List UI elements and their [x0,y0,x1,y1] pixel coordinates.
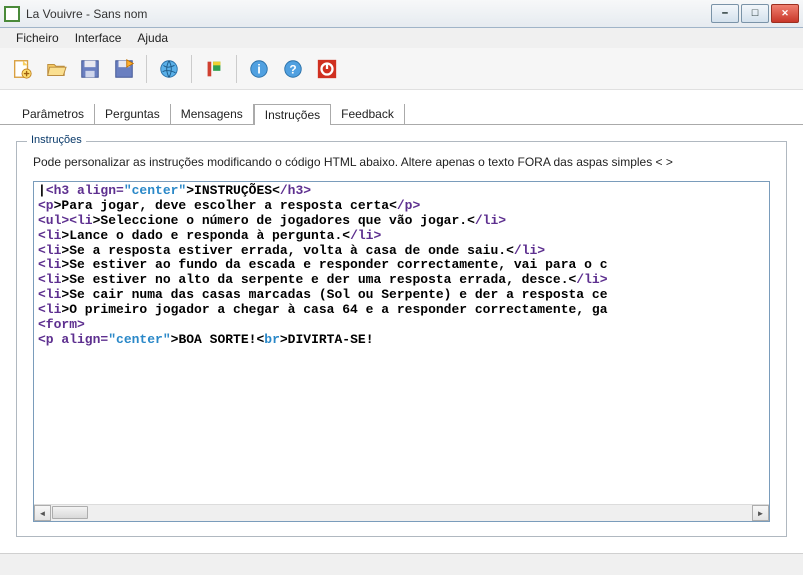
toolbar-divider [236,55,237,83]
title-bar: La Vouivre - Sans nom ━ ☐ ✕ [0,0,803,28]
tab-questions[interactable]: Perguntas [95,104,171,124]
scroll-right-button[interactable]: ► [752,505,769,521]
menu-interface[interactable]: Interface [67,29,130,47]
svg-text:i: i [257,61,261,76]
help-button[interactable]: ? [277,53,309,85]
menu-bar: Ficheiro Interface Ajuda [0,28,803,48]
tab-instructions[interactable]: Instruções [254,104,331,125]
window-title: La Vouivre - Sans nom [26,7,711,21]
scroll-left-button[interactable]: ◄ [34,505,51,521]
power-button[interactable] [311,53,343,85]
tab-panel: Instruções Pode personalizar as instruçõ… [0,124,803,553]
globe-button[interactable] [153,53,185,85]
toolbar: i ? [0,48,803,90]
fieldset-legend: Instruções [27,134,86,146]
app-icon [4,6,20,22]
menu-help[interactable]: Ajuda [129,29,176,47]
minimize-button[interactable]: ━ [711,4,739,23]
open-button[interactable] [40,53,72,85]
code-editor-content[interactable]: |<h3 align="center">INSTRUÇÕES</h3> <p>P… [34,182,769,504]
maximize-button[interactable]: ☐ [741,4,769,23]
instructions-fieldset: Instruções Pode personalizar as instruçõ… [16,141,787,537]
instructions-description: Pode personalizar as instruções modifica… [33,154,770,171]
scroll-track[interactable] [51,505,752,521]
toolbar-divider [146,55,147,83]
save-button[interactable] [74,53,106,85]
svg-text:?: ? [289,62,296,76]
menu-file[interactable]: Ficheiro [8,29,67,47]
tab-params[interactable]: Parâmetros [12,104,95,124]
new-button[interactable] [6,53,38,85]
flag-button[interactable] [198,53,230,85]
close-button[interactable]: ✕ [771,4,799,23]
status-bar [0,553,803,575]
info-button[interactable]: i [243,53,275,85]
tab-feedback[interactable]: Feedback [331,104,405,124]
scroll-thumb[interactable] [52,506,88,519]
save-as-button[interactable] [108,53,140,85]
tab-messages[interactable]: Mensagens [171,104,254,124]
tab-bar: Parâmetros Perguntas Mensagens Instruçõe… [0,102,803,124]
code-editor[interactable]: |<h3 align="center">INSTRUÇÕES</h3> <p>P… [33,181,770,522]
toolbar-divider [191,55,192,83]
horizontal-scrollbar[interactable]: ◄ ► [34,504,769,521]
